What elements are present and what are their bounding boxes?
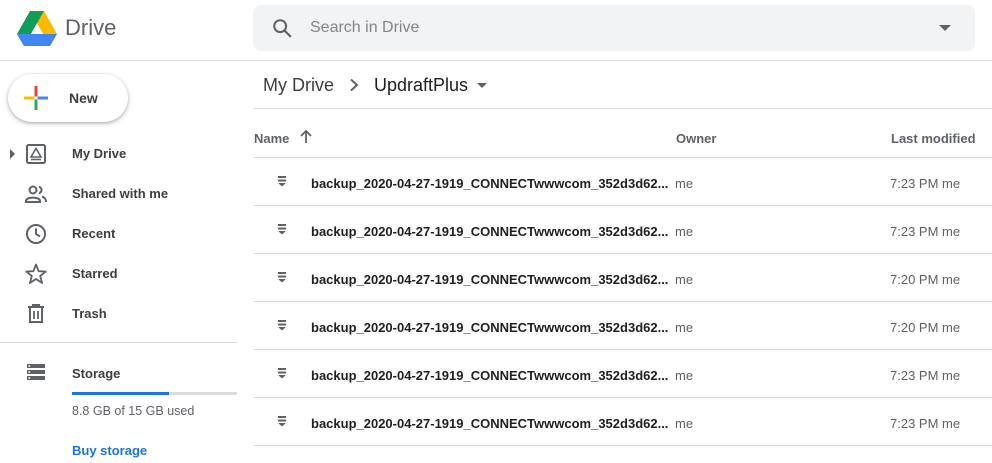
table-row[interactable]: backup_2020-04-27-1919_CONNECTwwwcom_352… — [253, 158, 992, 206]
storage-icon — [27, 364, 45, 380]
file-modified: 7:23 PM me — [890, 176, 960, 191]
modified-by: me — [942, 320, 961, 335]
modified-by: me — [942, 416, 961, 431]
sidebar-item-shared-with-me[interactable]: Shared with me — [0, 174, 240, 214]
file-modified: 7:20 PM me — [890, 320, 960, 335]
arrow-up-icon[interactable] — [298, 129, 314, 145]
file-name[interactable]: backup_2020-04-27-1919_CONNECTwwwcom_352… — [311, 416, 668, 431]
sidebar-item-my-drive[interactable]: My Drive — [0, 134, 240, 174]
breadcrumb-divider — [253, 108, 992, 109]
file-icon — [278, 272, 286, 283]
star-icon — [25, 263, 47, 284]
file-owner: me — [675, 176, 694, 191]
sidebar-item-label: Starred — [72, 266, 118, 281]
storage-used-text: 8.8 GB of 15 GB used — [72, 404, 195, 418]
app-name[interactable]: Drive — [65, 15, 116, 41]
breadcrumb-current[interactable]: UpdraftPlus — [374, 75, 468, 96]
file-name[interactable]: backup_2020-04-27-1919_CONNECTwwwcom_352… — [311, 272, 668, 287]
file-name[interactable]: backup_2020-04-27-1919_CONNECTwwwcom_352… — [311, 368, 668, 383]
file-modified: 7:23 PM me — [890, 224, 960, 239]
column-header-last-modified[interactable]: Last modified — [891, 131, 976, 146]
file-owner: me — [675, 224, 694, 239]
search-options-dropdown-icon[interactable] — [939, 25, 951, 31]
modified-time: 7:23 PM — [890, 176, 939, 191]
modified-time: 7:23 PM — [890, 416, 939, 431]
modified-by: me — [942, 368, 961, 383]
file-icon — [278, 224, 286, 235]
file-owner: me — [675, 416, 694, 431]
sidebar-item-label: Recent — [72, 226, 116, 241]
file-icon — [278, 320, 286, 331]
table-row[interactable]: backup_2020-04-27-1919_CONNECTwwwcom_352… — [253, 398, 992, 446]
storage-label[interactable]: Storage — [72, 366, 120, 381]
file-owner: me — [675, 272, 694, 287]
buy-storage-link[interactable]: Buy storage — [72, 443, 147, 458]
my-drive-icon — [26, 144, 46, 164]
sidebar-item-starred[interactable]: Starred — [0, 254, 240, 294]
file-name[interactable]: backup_2020-04-27-1919_CONNECTwwwcom_352… — [311, 320, 668, 335]
file-modified: 7:23 PM me — [890, 416, 960, 431]
chevron-right-icon — [350, 78, 359, 92]
plus-icon — [24, 86, 48, 110]
storage-progress-fill — [72, 392, 170, 395]
sidebar-divider — [0, 342, 237, 343]
file-icon — [278, 368, 286, 379]
modified-by: me — [942, 272, 961, 287]
storage-progress-bar — [72, 392, 237, 395]
drive-logo-icon[interactable] — [16, 10, 58, 48]
file-name[interactable]: backup_2020-04-27-1919_CONNECTwwwcom_352… — [311, 224, 668, 239]
folder-menu-dropdown-icon[interactable] — [477, 83, 487, 88]
expand-arrow-icon[interactable] — [10, 149, 15, 159]
search-bar[interactable]: Search in Drive — [253, 5, 975, 51]
sidebar-item-label: Shared with me — [72, 186, 169, 201]
modified-time: 7:20 PM — [890, 272, 939, 287]
sidebar-item-label: My Drive — [72, 146, 127, 161]
sidebar-item-trash[interactable]: Trash — [0, 294, 240, 334]
table-row[interactable]: backup_2020-04-27-1919_CONNECTwwwcom_352… — [253, 254, 992, 302]
search-icon[interactable] — [271, 17, 293, 39]
file-name[interactable]: backup_2020-04-27-1919_CONNECTwwwcom_352… — [311, 176, 668, 191]
modified-by: me — [942, 176, 961, 191]
table-row[interactable]: backup_2020-04-27-1919_CONNECTwwwcom_352… — [253, 350, 992, 398]
file-icon — [278, 416, 286, 427]
file-modified: 7:23 PM me — [890, 368, 960, 383]
file-icon — [278, 176, 286, 187]
sidebar-item-label: Trash — [72, 306, 107, 321]
trash-icon — [28, 304, 44, 323]
table-row[interactable]: backup_2020-04-27-1919_CONNECTwwwcom_352… — [253, 206, 992, 254]
sidebar-item-recent[interactable]: Recent — [0, 214, 240, 254]
modified-by: me — [942, 224, 961, 239]
column-header-name[interactable]: Name — [254, 131, 289, 146]
clock-icon — [26, 224, 46, 244]
file-modified: 7:20 PM me — [890, 272, 960, 287]
file-owner: me — [675, 320, 694, 335]
header-divider — [0, 60, 992, 61]
modified-time: 7:23 PM — [890, 368, 939, 383]
modified-time: 7:20 PM — [890, 320, 939, 335]
shared-icon — [25, 185, 47, 203]
new-button[interactable]: New — [8, 74, 128, 122]
breadcrumb-root[interactable]: My Drive — [263, 75, 334, 96]
file-owner: me — [675, 368, 694, 383]
new-button-label: New — [69, 90, 98, 106]
modified-time: 7:23 PM — [890, 224, 939, 239]
search-input[interactable]: Search in Drive — [310, 19, 419, 37]
column-header-owner[interactable]: Owner — [676, 131, 716, 146]
table-row[interactable]: backup_2020-04-27-1919_CONNECTwwwcom_352… — [253, 302, 992, 350]
